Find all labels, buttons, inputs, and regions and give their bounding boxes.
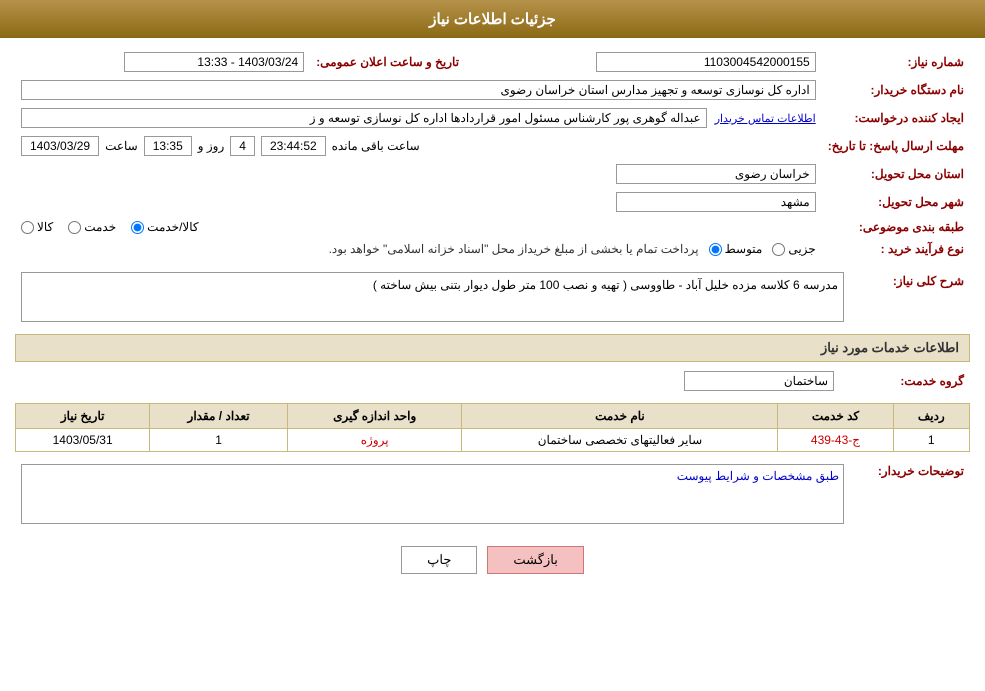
contact-info-link[interactable]: اطلاعات تماس خریدار bbox=[715, 112, 816, 125]
need-number-value: 1103004542000155 bbox=[596, 52, 816, 72]
creator-label: ایجاد کننده درخواست: bbox=[822, 104, 970, 132]
row-creator: ایجاد کننده درخواست: عبداله گوهری پور کا… bbox=[15, 104, 970, 132]
buyer-desc-label: توضیحات خریدار: bbox=[850, 460, 970, 531]
service-info-header: اطلاعات خدمات مورد نیاز bbox=[15, 334, 970, 362]
row-need-number: شماره نیاز: 1103004542000155 تاریخ و ساع… bbox=[15, 48, 970, 76]
radio-motavasset-input[interactable] bbox=[709, 243, 722, 256]
deadline-time: 13:35 bbox=[144, 136, 192, 156]
cell-unit: پروژه bbox=[287, 429, 462, 452]
deadline-label: مهلت ارسال پاسخ: تا تاریخ: bbox=[822, 132, 970, 160]
row-org-name: نام دستگاه خریدار: اداره کل نوسازی توسعه… bbox=[15, 76, 970, 104]
deadline-date: 1403/03/29 bbox=[21, 136, 99, 156]
radio-khedmat-input[interactable] bbox=[68, 221, 81, 234]
service-table: ردیف کد خدمت نام خدمت واحد اندازه گیری ت… bbox=[15, 403, 970, 452]
radio-jozvi: جزیی bbox=[772, 242, 815, 256]
creator-value: عبداله گوهری پور کارشناس مسئول امور قرار… bbox=[21, 108, 707, 128]
radio-jozvi-input[interactable] bbox=[772, 243, 785, 256]
table-header-row: ردیف کد خدمت نام خدمت واحد اندازه گیری ت… bbox=[16, 404, 970, 429]
kala-khedmat-label: کالا/خدمت bbox=[147, 220, 198, 234]
row-deadline: مهلت ارسال پاسخ: تا تاریخ: 1403/03/29 سا… bbox=[15, 132, 970, 160]
radio-kala-input[interactable] bbox=[21, 221, 34, 234]
jozvi-label: جزیی bbox=[788, 242, 815, 256]
row-need-desc: شرح کلی نیاز: مدرسه 6 کلاسه مزده خلیل آب… bbox=[15, 268, 970, 326]
announce-label: تاریخ و ساعت اعلان عمومی: bbox=[310, 48, 465, 76]
province-label: استان محل تحویل: bbox=[822, 160, 970, 188]
row-service-group: گروه خدمت: ساختمان bbox=[15, 367, 970, 395]
need-number-label: شماره نیاز: bbox=[822, 48, 970, 76]
table-row: 1 ج-43-439 سایر فعالیتهای تخصصی ساختمان … bbox=[16, 429, 970, 452]
row-purchase-type: نوع فرآیند خرید : پرداخت تمام یا بخشی از… bbox=[15, 238, 970, 260]
org-name-value: اداره کل نوسازی توسعه و تجهیز مدارس استا… bbox=[21, 80, 816, 100]
radio-kala-khedmat-input[interactable] bbox=[131, 221, 144, 234]
need-desc-label: شرح کلی نیاز: bbox=[850, 268, 970, 326]
info-table: شماره نیاز: 1103004542000155 تاریخ و ساع… bbox=[15, 48, 970, 260]
radio-motavasset: متوسط bbox=[709, 242, 763, 256]
deadline-days: 4 bbox=[230, 136, 255, 156]
need-desc-value: مدرسه 6 کلاسه مزده خلیل آباد - طاووسی ( … bbox=[21, 272, 844, 322]
th-count: تعداد / مقدار bbox=[150, 404, 288, 429]
buyer-desc-table: توضیحات خریدار: bbox=[15, 460, 970, 531]
th-service-name: نام خدمت bbox=[462, 404, 778, 429]
city-label: شهر محل تحویل: bbox=[822, 188, 970, 216]
khedmat-label: خدمت bbox=[84, 220, 116, 234]
purchase-description: پرداخت تمام یا بخشی از مبلغ خریداز محل "… bbox=[21, 242, 699, 256]
motavasset-label: متوسط bbox=[725, 242, 763, 256]
cell-count: 1 bbox=[150, 429, 288, 452]
row-province: استان محل تحویل: خراسان رضوی bbox=[15, 160, 970, 188]
th-date: تاریخ نیاز bbox=[16, 404, 150, 429]
th-service-code: کد خدمت bbox=[778, 404, 893, 429]
back-button[interactable]: بازگشت bbox=[487, 546, 583, 574]
province-value: خراسان رضوی bbox=[616, 164, 816, 184]
page-wrapper: جزئیات اطلاعات نیاز شماره نیاز: 11030045… bbox=[0, 0, 985, 691]
row-city: شهر محل تحویل: مشهد bbox=[15, 188, 970, 216]
cell-date: 1403/05/31 bbox=[16, 429, 150, 452]
service-group-value: ساختمان bbox=[684, 371, 834, 391]
deadline-countdown: 23:44:52 bbox=[261, 136, 326, 156]
page-header: جزئیات اطلاعات نیاز bbox=[0, 0, 985, 38]
button-row: چاپ بازگشت bbox=[15, 546, 970, 574]
main-content: شماره نیاز: 1103004542000155 تاریخ و ساع… bbox=[0, 38, 985, 599]
org-name-label: نام دستگاه خریدار: bbox=[822, 76, 970, 104]
service-table-body: 1 ج-43-439 سایر فعالیتهای تخصصی ساختمان … bbox=[16, 429, 970, 452]
th-row-num: ردیف bbox=[893, 404, 969, 429]
service-group-label: گروه خدمت: bbox=[840, 367, 970, 395]
kala-label: کالا bbox=[37, 220, 53, 234]
announce-value: 1403/03/24 - 13:33 bbox=[124, 52, 304, 72]
print-button[interactable]: چاپ bbox=[401, 546, 477, 574]
cell-service-name: سایر فعالیتهای تخصصی ساختمان bbox=[462, 429, 778, 452]
deadline-day-label: روز و bbox=[198, 139, 225, 153]
service-table-head: ردیف کد خدمت نام خدمت واحد اندازه گیری ت… bbox=[16, 404, 970, 429]
radio-kala: کالا bbox=[21, 220, 53, 234]
row-buyer-desc: توضیحات خریدار: bbox=[15, 460, 970, 531]
header-title: جزئیات اطلاعات نیاز bbox=[429, 11, 556, 28]
cell-row-num: 1 bbox=[893, 429, 969, 452]
th-unit: واحد اندازه گیری bbox=[287, 404, 462, 429]
need-desc-table: شرح کلی نیاز: مدرسه 6 کلاسه مزده خلیل آب… bbox=[15, 268, 970, 326]
deadline-time-label: ساعت bbox=[105, 139, 138, 153]
row-category: طبقه بندی موضوعی: کالا خدمت کالا/خدمت bbox=[15, 216, 970, 238]
cell-service-code: ج-43-439 bbox=[778, 429, 893, 452]
radio-kala-khedmat: کالا/خدمت bbox=[131, 220, 198, 234]
radio-khedmat: خدمت bbox=[68, 220, 116, 234]
buyer-desc-textarea[interactable] bbox=[21, 464, 844, 524]
city-value: مشهد bbox=[616, 192, 816, 212]
deadline-countdown-label: ساعت باقی مانده bbox=[332, 139, 420, 153]
service-group-table: گروه خدمت: ساختمان bbox=[15, 367, 970, 395]
purchase-type-label: نوع فرآیند خرید : bbox=[822, 238, 970, 260]
category-label: طبقه بندی موضوعی: bbox=[822, 216, 970, 238]
